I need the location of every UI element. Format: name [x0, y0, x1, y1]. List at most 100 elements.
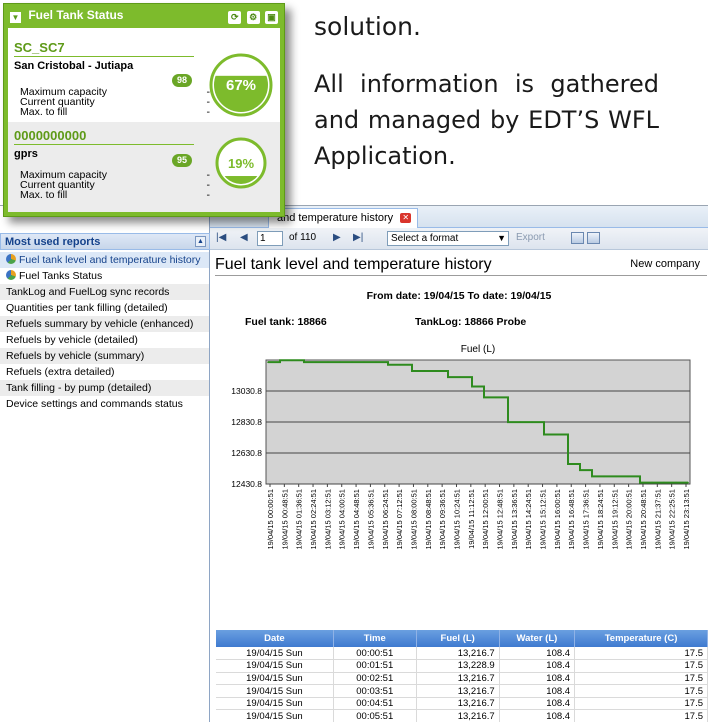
sidebar-item-label: Device settings and commands status [6, 398, 183, 410]
data-point [267, 361, 269, 363]
export-button[interactable]: Export [516, 232, 545, 243]
page-number-input[interactable]: 1 [257, 231, 283, 246]
table-cell: 17.5 [574, 672, 708, 686]
export-format-select[interactable]: Select a format ▼ [387, 231, 509, 246]
sidebar-item[interactable]: Fuel Tanks Status [0, 268, 209, 284]
x-tick-label: 19/04/15 01:36:51 [295, 489, 304, 549]
sidebar-item[interactable]: Refuels (extra detailed) [0, 364, 209, 380]
widget-title: Fuel Tank Status [28, 8, 124, 22]
sidebar-item-label: Tank filling - by pump (detailed) [6, 382, 152, 394]
x-tick-label: 19/04/15 08:00:51 [409, 489, 418, 549]
column-header[interactable]: Date [216, 630, 334, 647]
tank-card[interactable]: SC_SC7 San Cristobal - Jutiapa 98 Maximum c… [8, 34, 280, 124]
column-header[interactable]: Temperature (C) [574, 630, 708, 647]
slide-paragraph: All information is gathered and managed … [314, 70, 659, 170]
data-point [339, 361, 341, 363]
tank-stat-row: Max. to fill - [20, 107, 210, 118]
x-tick-label: 19/04/15 00:00:51 [266, 489, 275, 549]
x-tick-label: 19/04/15 18:24:51 [596, 489, 605, 549]
table-cell: 00:00:51 [333, 647, 417, 661]
gear-icon[interactable]: ⚙ [246, 11, 260, 24]
table-cell: 13,216.7 [416, 647, 500, 661]
column-header[interactable]: Water (L) [499, 630, 576, 647]
data-point [447, 376, 449, 378]
table-cell: 13,228.9 [416, 659, 500, 673]
x-tick-label: 19/04/15 04:48:51 [352, 489, 361, 549]
sidebar-item[interactable]: Refuels by vehicle (summary) [0, 348, 209, 364]
table-cell: 17.5 [574, 647, 708, 661]
table-cell: 17.5 [574, 709, 708, 722]
sidebar-item[interactable]: Fuel tank level and temperature history [0, 252, 209, 268]
table-cell: 108.4 [499, 709, 576, 722]
data-point [375, 361, 377, 363]
collapse-icon[interactable]: ▲ [195, 236, 206, 247]
sidebar-item[interactable]: Tank filling - by pump (detailed) [0, 380, 209, 396]
print-icon[interactable] [587, 232, 600, 244]
sidebar-item[interactable]: Quantities per tank filling (detailed) [0, 300, 209, 316]
table-cell: 19/04/15 Sun [216, 672, 334, 686]
first-page-icon[interactable]: |◀ [216, 232, 226, 243]
refresh-icon[interactable]: ⟳ [228, 11, 242, 24]
sidebar-header: Most used reports ▲ [0, 233, 210, 250]
data-point [627, 475, 629, 478]
x-tick-label: 19/04/15 04:00:51 [338, 489, 347, 549]
data-point [483, 396, 485, 399]
x-tick-label: 19/04/15 00:48:51 [280, 489, 289, 549]
table-cell: 13,216.7 [416, 697, 500, 711]
table-cell: 19/04/15 Sun [216, 659, 334, 673]
y-tick-label: 12830.8 [231, 417, 262, 427]
fuel-chart: Fuel (L) 12430.8 12630.8 12830.8 13030.8 19/0… [210, 340, 708, 600]
close-icon[interactable]: ✕ [400, 213, 412, 224]
fuel-tank-status-widget: ▼ Fuel Tank Status ⟳ ⚙ ▣ SC_SC7 San Crist… [3, 3, 285, 217]
tank-level-gauge: 19% [215, 137, 267, 189]
table-cell: 19/04/15 Sun [216, 709, 334, 722]
previous-page-icon[interactable]: ◀ [240, 232, 248, 243]
collapse-triangle-icon[interactable]: ▼ [10, 12, 21, 23]
x-tick-label: 19/04/15 03:12:51 [323, 489, 332, 549]
fuel-chart-svg: Fuel (L) 12430.8 12630.8 12830.8 13030.8 19/0… [231, 344, 691, 549]
sidebar-item-label: Refuels by vehicle (summary) [6, 350, 145, 362]
tank-stat-label: Max. to fill [20, 189, 68, 201]
sidebar-item[interactable]: Refuels summary by vehicle (enhanced) [0, 316, 209, 332]
data-point [543, 433, 545, 436]
data-point [303, 361, 305, 363]
refresh-icon[interactable] [571, 232, 584, 244]
report-company: New company [630, 258, 700, 270]
next-page-icon[interactable]: ▶ [333, 232, 341, 243]
table-cell: 00:03:51 [333, 684, 417, 698]
x-tick-label: 19/04/15 20:48:51 [639, 489, 648, 549]
table-cell: 17.5 [574, 697, 708, 711]
table-cell: 00:05:51 [333, 709, 417, 722]
table-cell: 00:01:51 [333, 659, 417, 673]
sidebar-item[interactable]: Refuels by vehicle (detailed) [0, 332, 209, 348]
report-title: Fuel tank level and temperature history [215, 256, 492, 273]
tank-stats: Maximum capacity - Current quantity - Max. t… [20, 87, 210, 118]
sidebar-item[interactable]: TankLog and FuelLog sync records [0, 284, 209, 300]
tank-card[interactable]: 0000000000 gprs 95 Maximum capacity - Current… [8, 122, 280, 212]
pie-chart-icon [6, 270, 16, 280]
table-cell: 00:04:51 [333, 697, 417, 711]
x-tick-label: 19/04/15 11:12:51 [467, 489, 476, 549]
data-point [351, 361, 353, 363]
data-point [327, 361, 329, 363]
column-header[interactable]: Fuel (L) [416, 630, 500, 647]
table-cell: 108.4 [499, 647, 576, 661]
sidebar-item[interactable]: Device settings and commands status [0, 396, 209, 412]
tank-stats: Maximum capacity - Current quantity - Max. t… [20, 170, 210, 201]
x-tick-label: 19/04/15 07:12:51 [395, 489, 404, 549]
tank-signal-badge: 95 [172, 154, 193, 167]
last-page-icon[interactable]: ▶| [353, 232, 363, 243]
tab-report[interactable]: and temperature history ✕ [268, 208, 419, 228]
sidebar-item-label: Refuels (extra detailed) [6, 366, 115, 378]
column-header[interactable]: Time [333, 630, 417, 647]
data-point [567, 463, 569, 465]
x-tick-label: 19/04/15 20:00:51 [625, 489, 634, 549]
x-tick-label: 19/04/15 09:36:51 [438, 489, 447, 549]
window-icon[interactable]: ▣ [265, 11, 278, 24]
data-point [615, 475, 617, 478]
table-cell: 13,216.7 [416, 709, 500, 722]
table-row: 19/04/15 Sun 00:01:51 13,228.9 108.4 17.5 [216, 659, 708, 673]
table-cell: 13,216.7 [416, 672, 500, 686]
sidebar-report-list: Fuel tank level and temperature history F… [0, 252, 209, 412]
x-tick-label: 19/04/15 15:12:51 [539, 489, 548, 549]
